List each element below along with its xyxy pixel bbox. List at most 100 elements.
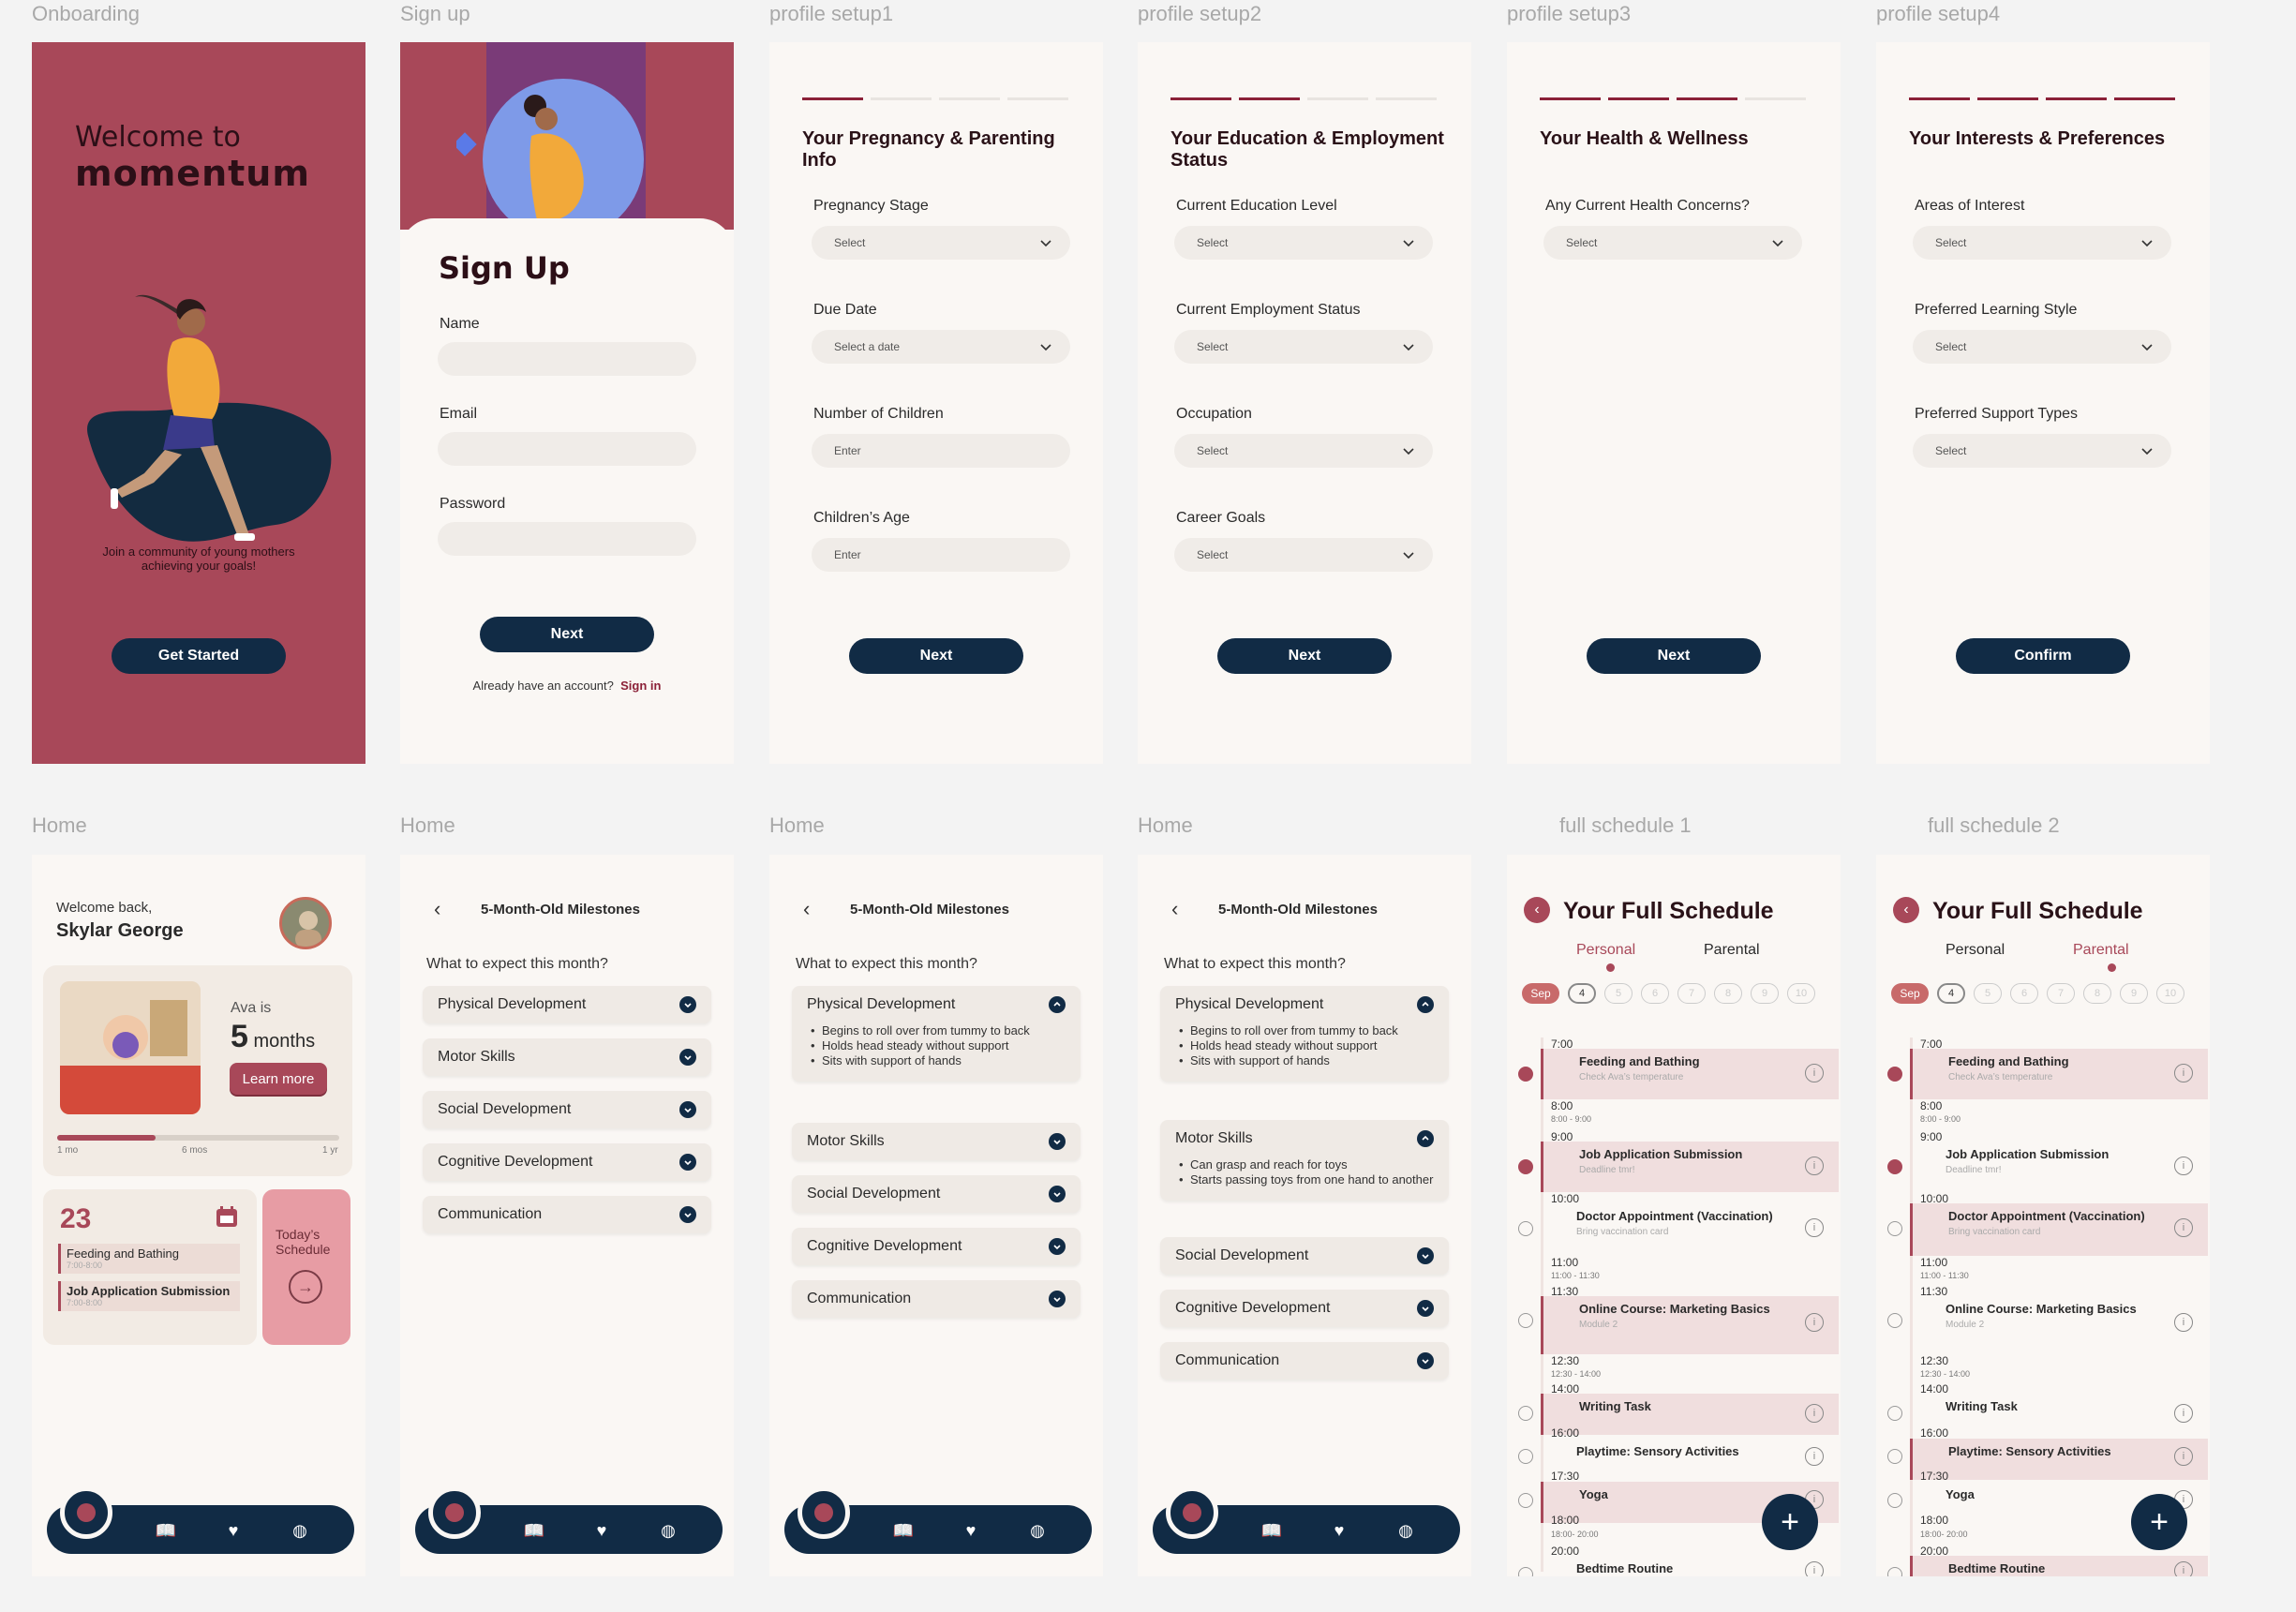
checkbox[interactable] (1887, 1493, 1902, 1508)
info-icon[interactable]: i (1805, 1064, 1824, 1082)
schedule-event[interactable]: Bedtime Routine i (1910, 1556, 2208, 1576)
day-chip[interactable]: 9 (1751, 983, 1779, 1004)
checkbox[interactable] (1887, 1567, 1902, 1576)
day-chip[interactable]: 9 (2120, 983, 2148, 1004)
heart-icon[interactable]: ♥ (591, 1520, 612, 1541)
day-chip[interactable]: 5 (1604, 983, 1633, 1004)
day-chip[interactable]: 5 (1974, 983, 2002, 1004)
schedule-event[interactable]: Feeding and Bathing Check Ava’s temperatu… (1910, 1049, 2208, 1099)
arrow-right-icon[interactable]: → (289, 1270, 322, 1304)
email-field[interactable] (438, 432, 696, 466)
home-nav-button[interactable] (60, 1486, 112, 1539)
get-started-button[interactable]: Get Started (112, 638, 286, 674)
checkbox-checked[interactable] (1518, 1159, 1533, 1174)
month-pill[interactable]: Sep (1522, 983, 1559, 1004)
info-icon[interactable]: i (2174, 1218, 2193, 1237)
pregnancy-stage-select[interactable]: Select (812, 226, 1070, 260)
avatar[interactable] (279, 897, 332, 949)
support-types-select[interactable]: Select (1913, 434, 2171, 468)
confirm-button[interactable]: Confirm (1956, 638, 2130, 674)
globe-icon[interactable]: ◍ (1395, 1520, 1416, 1541)
interests-select[interactable]: Select (1913, 226, 2171, 260)
accordion-motor[interactable]: Motor Skills (423, 1038, 711, 1076)
due-date-select[interactable]: Select a date (812, 330, 1070, 364)
info-icon[interactable]: i (2174, 1404, 2193, 1423)
next-button[interactable]: Next (1217, 638, 1392, 674)
occupation-select[interactable]: Select (1174, 434, 1433, 468)
tab-personal[interactable]: Personal (1576, 942, 1635, 959)
schedule-event[interactable]: Playtime: Sensory Activities i (1910, 1439, 2208, 1480)
day-chip[interactable]: 6 (1641, 983, 1669, 1004)
tab-parental[interactable]: Parental (2073, 942, 2129, 959)
health-concerns-select[interactable]: Select (1543, 226, 1802, 260)
next-button[interactable]: Next (480, 617, 654, 652)
month-pill[interactable]: Sep (1891, 983, 1929, 1004)
globe-icon[interactable]: ◍ (658, 1520, 678, 1541)
accordion-social[interactable]: Social Development (423, 1091, 711, 1128)
schedule-event[interactable]: Bedtime Routine i (1541, 1556, 1839, 1576)
schedule-event[interactable]: Job Application Submission Deadline tmr! i (1910, 1142, 2208, 1192)
book-icon[interactable]: 📖 (156, 1520, 176, 1541)
day-chip[interactable]: 10 (1787, 983, 1815, 1004)
day-chip[interactable]: 6 (2010, 983, 2038, 1004)
day-chip[interactable]: 7 (2047, 983, 2075, 1004)
signin-link[interactable]: Sign in (620, 679, 661, 693)
checkbox[interactable] (1518, 1567, 1533, 1576)
checkbox[interactable] (1518, 1313, 1533, 1328)
education-level-select[interactable]: Select (1174, 226, 1433, 260)
accordion-social[interactable]: Social Development (792, 1175, 1081, 1213)
accordion-communication[interactable]: Communication (1160, 1342, 1449, 1380)
back-button[interactable]: ‹ (1893, 897, 1919, 923)
heart-icon[interactable]: ♥ (223, 1520, 244, 1541)
book-icon[interactable]: 📖 (1261, 1520, 1282, 1541)
checkbox-checked[interactable] (1887, 1067, 1902, 1082)
accordion-cognitive[interactable]: Cognitive Development (423, 1143, 711, 1181)
home-nav-button[interactable] (1166, 1486, 1218, 1539)
info-icon[interactable]: i (1805, 1157, 1824, 1175)
todays-schedule-card[interactable]: Today’s Schedule → (262, 1189, 350, 1345)
children-age-field[interactable]: Enter (812, 538, 1070, 572)
checkbox-checked[interactable] (1518, 1067, 1533, 1082)
accordion-communication[interactable]: Communication (423, 1196, 711, 1233)
info-icon[interactable]: i (2174, 1064, 2193, 1082)
info-icon[interactable]: i (1805, 1313, 1824, 1332)
info-icon[interactable]: i (1805, 1447, 1824, 1466)
book-icon[interactable]: 📖 (524, 1520, 544, 1541)
accordion-social[interactable]: Social Development (1160, 1237, 1449, 1275)
back-icon[interactable]: ‹ (434, 897, 440, 921)
schedule-event[interactable]: Online Course: Marketing Basics Module 2i (1910, 1296, 2208, 1354)
checkbox[interactable] (1887, 1313, 1902, 1328)
tab-personal[interactable]: Personal (1946, 942, 2005, 959)
schedule-event[interactable]: Online Course: Marketing Basics Module 2i (1541, 1296, 1839, 1354)
day-chip[interactable]: 10 (2156, 983, 2184, 1004)
checkbox[interactable] (1518, 1221, 1533, 1236)
password-field[interactable] (438, 522, 696, 556)
schedule-event[interactable]: Doctor Appointment (Vaccination) Bring va… (1910, 1203, 2208, 1256)
home-nav-button[interactable] (798, 1486, 850, 1539)
children-count-field[interactable]: Enter (812, 434, 1070, 468)
accordion-cognitive[interactable]: Cognitive Development (792, 1228, 1081, 1265)
learn-more-button[interactable]: Learn more (230, 1063, 327, 1095)
accordion-physical[interactable]: Physical Development Begins to roll over… (1160, 986, 1449, 1082)
learning-style-select[interactable]: Select (1913, 330, 2171, 364)
career-goals-select[interactable]: Select (1174, 538, 1433, 572)
day-chip[interactable]: 8 (1714, 983, 1742, 1004)
schedule-event[interactable]: Writing Task i (1910, 1394, 2208, 1435)
schedule-event[interactable]: Doctor Appointment (Vaccination) Bring va… (1541, 1203, 1839, 1256)
schedule-event[interactable]: Writing Task i (1541, 1394, 1839, 1435)
schedule-event[interactable]: Feeding and Bathing Check Ava’s temperatu… (1541, 1049, 1839, 1099)
employment-status-select[interactable]: Select (1174, 330, 1433, 364)
info-icon[interactable]: i (2174, 1313, 2193, 1332)
day-chip[interactable]: 7 (1677, 983, 1706, 1004)
add-event-button[interactable]: + (2131, 1494, 2187, 1550)
checkbox[interactable] (1518, 1493, 1533, 1508)
day-chip[interactable]: 8 (2083, 983, 2111, 1004)
info-icon[interactable]: i (2174, 1561, 2193, 1576)
next-button[interactable]: Next (849, 638, 1023, 674)
heart-icon[interactable]: ♥ (961, 1520, 981, 1541)
back-button[interactable]: ‹ (1524, 897, 1550, 923)
checkbox[interactable] (1518, 1449, 1533, 1464)
back-icon[interactable]: ‹ (803, 897, 810, 921)
next-button[interactable]: Next (1587, 638, 1761, 674)
day-chip[interactable]: 4 (1568, 983, 1596, 1004)
